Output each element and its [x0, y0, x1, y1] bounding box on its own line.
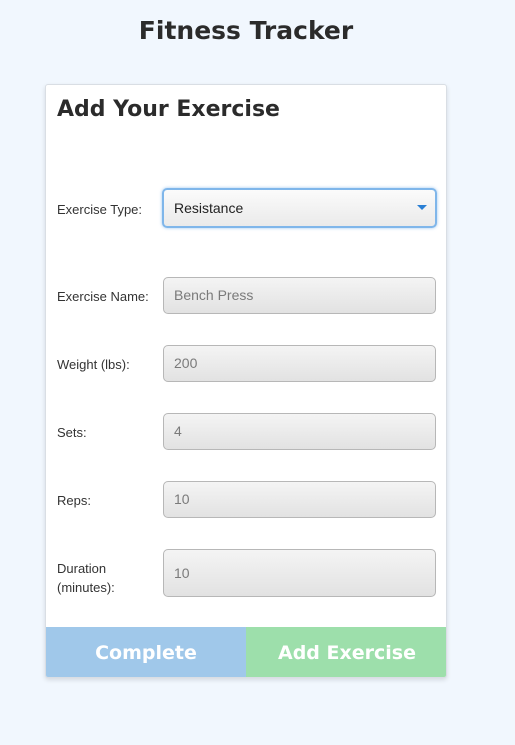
exercise-type-label: Exercise Type:	[57, 202, 143, 217]
reps-input[interactable]: 10	[163, 481, 436, 518]
sets-label: Sets:	[57, 425, 87, 440]
exercise-name-input[interactable]: Bench Press	[163, 277, 436, 314]
weight-input[interactable]: 200	[163, 345, 436, 382]
add-exercise-button[interactable]: Add Exercise	[246, 627, 446, 677]
form-title: Add Your Exercise	[57, 97, 280, 122]
duration-input[interactable]: 10	[163, 549, 436, 597]
sets-input[interactable]: 4	[163, 413, 436, 450]
complete-button[interactable]: Complete	[46, 627, 246, 677]
weight-label: Weight (lbs):	[57, 357, 130, 372]
exercise-form-card: Add Your Exercise Exercise Type: Resista…	[45, 84, 447, 678]
chevron-down-icon	[417, 205, 427, 210]
duration-label-line2: (minutes):	[57, 580, 115, 595]
duration-label-line1: Duration	[57, 561, 107, 576]
exercise-name-label: Exercise Name:	[57, 289, 149, 304]
reps-label: Reps:	[57, 493, 91, 508]
exercise-type-value: Resistance	[174, 200, 244, 216]
exercise-type-select[interactable]: Resistance	[162, 188, 437, 228]
page-title: Fitness Tracker	[138, 16, 354, 45]
duration-label: Duration (minutes):	[57, 559, 162, 597]
